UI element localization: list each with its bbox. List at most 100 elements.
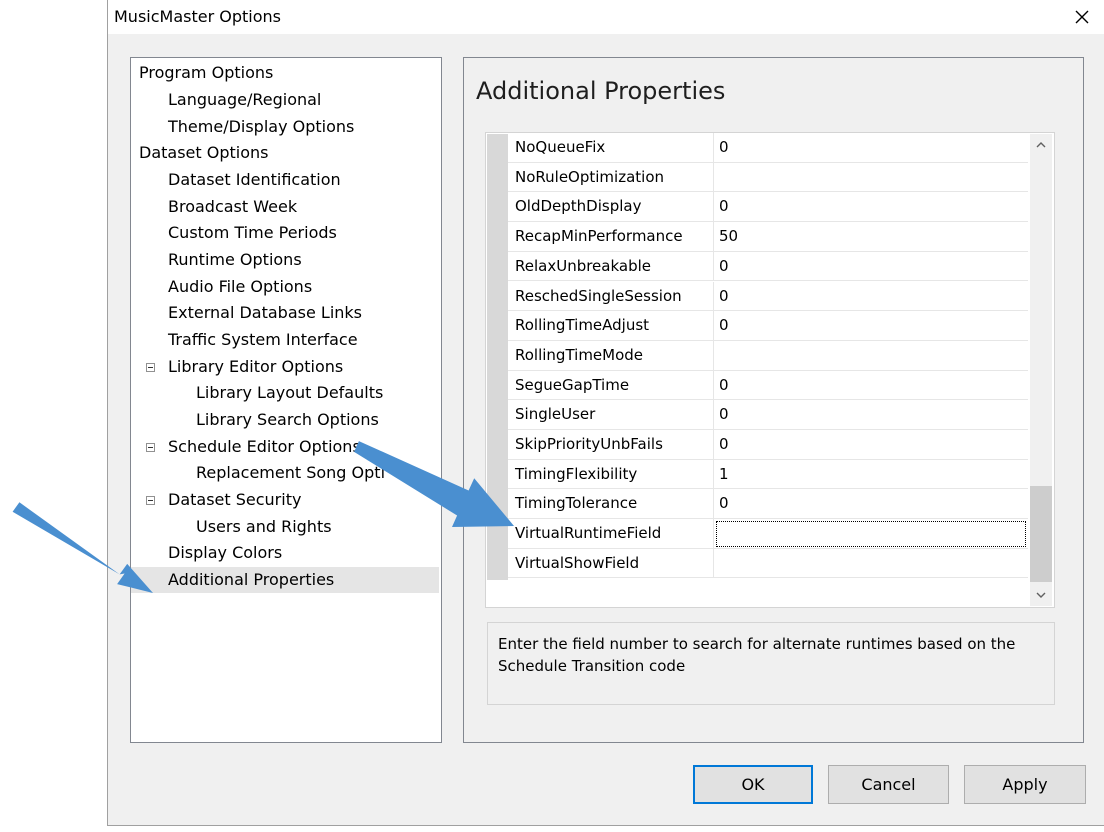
property-row[interactable]: RollingTimeAdjust 0 (508, 311, 1028, 341)
property-value[interactable]: 0 (714, 252, 1028, 282)
property-value[interactable]: 0 (714, 400, 1028, 430)
title-bar: MusicMaster Options (108, 0, 1104, 34)
property-name: RollingTimeMode (508, 340, 714, 371)
tree-item-dataset-security[interactable]: Dataset Security (168, 487, 301, 513)
property-row[interactable]: SkipPriorityUnbFails 0 (508, 430, 1028, 460)
property-description: Enter the field number to search for alt… (498, 635, 1016, 675)
tree-item-program-options[interactable]: Program Options (139, 60, 273, 86)
property-row[interactable]: VirtualShowField (508, 548, 1028, 579)
property-value[interactable] (714, 163, 1028, 193)
tree-item-label: Library Editor Options (168, 357, 344, 376)
property-name: SkipPriorityUnbFails (508, 430, 714, 460)
property-name: RelaxUnbreakable (508, 251, 714, 282)
tree-item-label: Broadcast Week (168, 197, 298, 216)
tree-item-custom-time-periods[interactable]: Custom Time Periods (168, 220, 337, 246)
tree-item-display-colors[interactable]: Display Colors (168, 540, 282, 566)
tree-item-label: Users and Rights (196, 517, 332, 536)
tree-item-schedule-editor-options[interactable]: Schedule Editor Options (168, 434, 361, 460)
tree-item-label: Schedule Editor Options (168, 437, 361, 456)
tree-item-dataset-options[interactable]: Dataset Options (139, 140, 268, 166)
tree-item-label: Library Layout Defaults (196, 383, 384, 402)
chevron-down-icon[interactable] (1030, 584, 1052, 606)
property-name: TimingTolerance (508, 489, 714, 520)
panel-heading: Additional Properties (476, 77, 726, 105)
tree-item-library-search-options[interactable]: Library Search Options (196, 407, 379, 433)
property-row[interactable]: ReschedSingleSession 0 (508, 281, 1028, 312)
close-icon[interactable] (1069, 4, 1095, 30)
property-name: VirtualShowField (508, 548, 714, 579)
property-description-box: Enter the field number to search for alt… (487, 622, 1055, 705)
property-row[interactable]: NoQueueFix 0 (508, 133, 1028, 163)
property-row[interactable]: RollingTimeMode (508, 340, 1028, 371)
property-row[interactable]: SegueGapTime 0 (508, 370, 1028, 401)
property-value[interactable] (714, 549, 1028, 579)
property-name: SegueGapTime (508, 370, 714, 401)
property-value[interactable]: 0 (714, 133, 1028, 163)
tree-item-broadcast-week[interactable]: Broadcast Week (168, 194, 297, 220)
property-name: RecapMinPerformance (508, 222, 714, 252)
property-row-selected[interactable]: VirtualRuntimeField (508, 519, 1028, 549)
tree-item-library-layout-defaults[interactable]: Library Layout Defaults (196, 380, 383, 406)
property-value[interactable]: 0 (714, 192, 1028, 223)
property-name: VirtualRuntimeField (508, 519, 714, 549)
property-row[interactable]: SingleUser 0 (508, 400, 1028, 430)
property-value[interactable]: 0 (714, 430, 1028, 460)
apply-button[interactable]: Apply (964, 765, 1086, 804)
property-value[interactable]: 1 (714, 460, 1028, 490)
options-tree: Program Options Language/Regional Theme/… (130, 57, 442, 743)
property-value[interactable]: 50 (714, 222, 1028, 252)
tree-item-label: Traffic System Interface (168, 330, 358, 349)
property-value[interactable]: 0 (714, 371, 1028, 401)
chevron-up-icon[interactable] (1030, 134, 1052, 156)
tree-item-label: External Database Links (168, 303, 362, 322)
options-dialog: MusicMaster Options Program Options Lang… (107, 0, 1104, 826)
property-value[interactable]: 0 (714, 282, 1028, 312)
tree-item-audio-file-options[interactable]: Audio File Options (168, 274, 312, 300)
tree-item-label: Runtime Options (168, 250, 302, 269)
tree-item-users-and-rights[interactable]: Users and Rights (196, 514, 332, 540)
tree-item-external-database-links[interactable]: External Database Links (168, 300, 362, 326)
property-row[interactable]: RecapMinPerformance 50 (508, 222, 1028, 252)
property-value[interactable] (714, 341, 1028, 371)
tree-item-traffic-system-interface[interactable]: Traffic System Interface (168, 327, 358, 353)
tree-item-label: Additional Properties (168, 570, 335, 589)
vertical-scrollbar[interactable] (1030, 134, 1052, 606)
property-row[interactable]: OldDepthDisplay 0 (508, 192, 1028, 223)
property-value[interactable]: 0 (714, 489, 1028, 520)
tree-item-replacement-song-options[interactable]: Replacement Song Opti (196, 460, 385, 486)
tree-item-label: Custom Time Periods (168, 223, 337, 242)
property-name: OldDepthDisplay (508, 192, 714, 223)
property-name: NoQueueFix (508, 133, 714, 163)
property-row[interactable]: RelaxUnbreakable 0 (508, 251, 1028, 282)
tree-item-label: Language/Regional (168, 90, 322, 109)
tree-item-label: Dataset Security (168, 490, 302, 509)
collapse-icon[interactable] (146, 443, 155, 452)
tree-item-runtime-options[interactable]: Runtime Options (168, 247, 302, 273)
scrollbar-thumb[interactable] (1030, 486, 1052, 582)
tree-item-dataset-identification[interactable]: Dataset Identification (168, 167, 341, 193)
tree-item-theme-display-options[interactable]: Theme/Display Options (168, 114, 354, 140)
tree-item-library-editor-options[interactable]: Library Editor Options (168, 354, 343, 380)
property-name: NoRuleOptimization (508, 162, 714, 193)
property-row[interactable]: TimingTolerance 0 (508, 489, 1028, 520)
property-name: ReschedSingleSession (508, 281, 714, 312)
tree-item-label: Audio File Options (168, 277, 313, 296)
tree-item-label: Program Options (139, 63, 274, 82)
property-grid: NoQueueFix 0 NoRuleOptimization OldDepth… (485, 132, 1055, 608)
tree-item-language-regional[interactable]: Language/Regional (168, 87, 321, 113)
window-title: MusicMaster Options (114, 7, 281, 26)
tree-item-additional-properties[interactable]: Additional Properties (131, 567, 439, 593)
collapse-icon[interactable] (146, 363, 155, 372)
cancel-button[interactable]: Cancel (828, 765, 949, 804)
grid-row-header-gutter (487, 134, 508, 580)
ok-button[interactable]: OK (693, 765, 813, 804)
property-value-editor[interactable] (714, 519, 1028, 549)
property-row[interactable]: TimingFlexibility 1 (508, 459, 1028, 490)
property-row[interactable]: NoRuleOptimization (508, 162, 1028, 193)
tree-item-label: Theme/Display Options (168, 117, 355, 136)
property-name: SingleUser (508, 400, 714, 430)
collapse-icon[interactable] (146, 496, 155, 505)
property-name: TimingFlexibility (508, 459, 714, 490)
tree-item-label: Replacement Song Opti (196, 463, 386, 482)
property-value[interactable]: 0 (714, 311, 1028, 341)
